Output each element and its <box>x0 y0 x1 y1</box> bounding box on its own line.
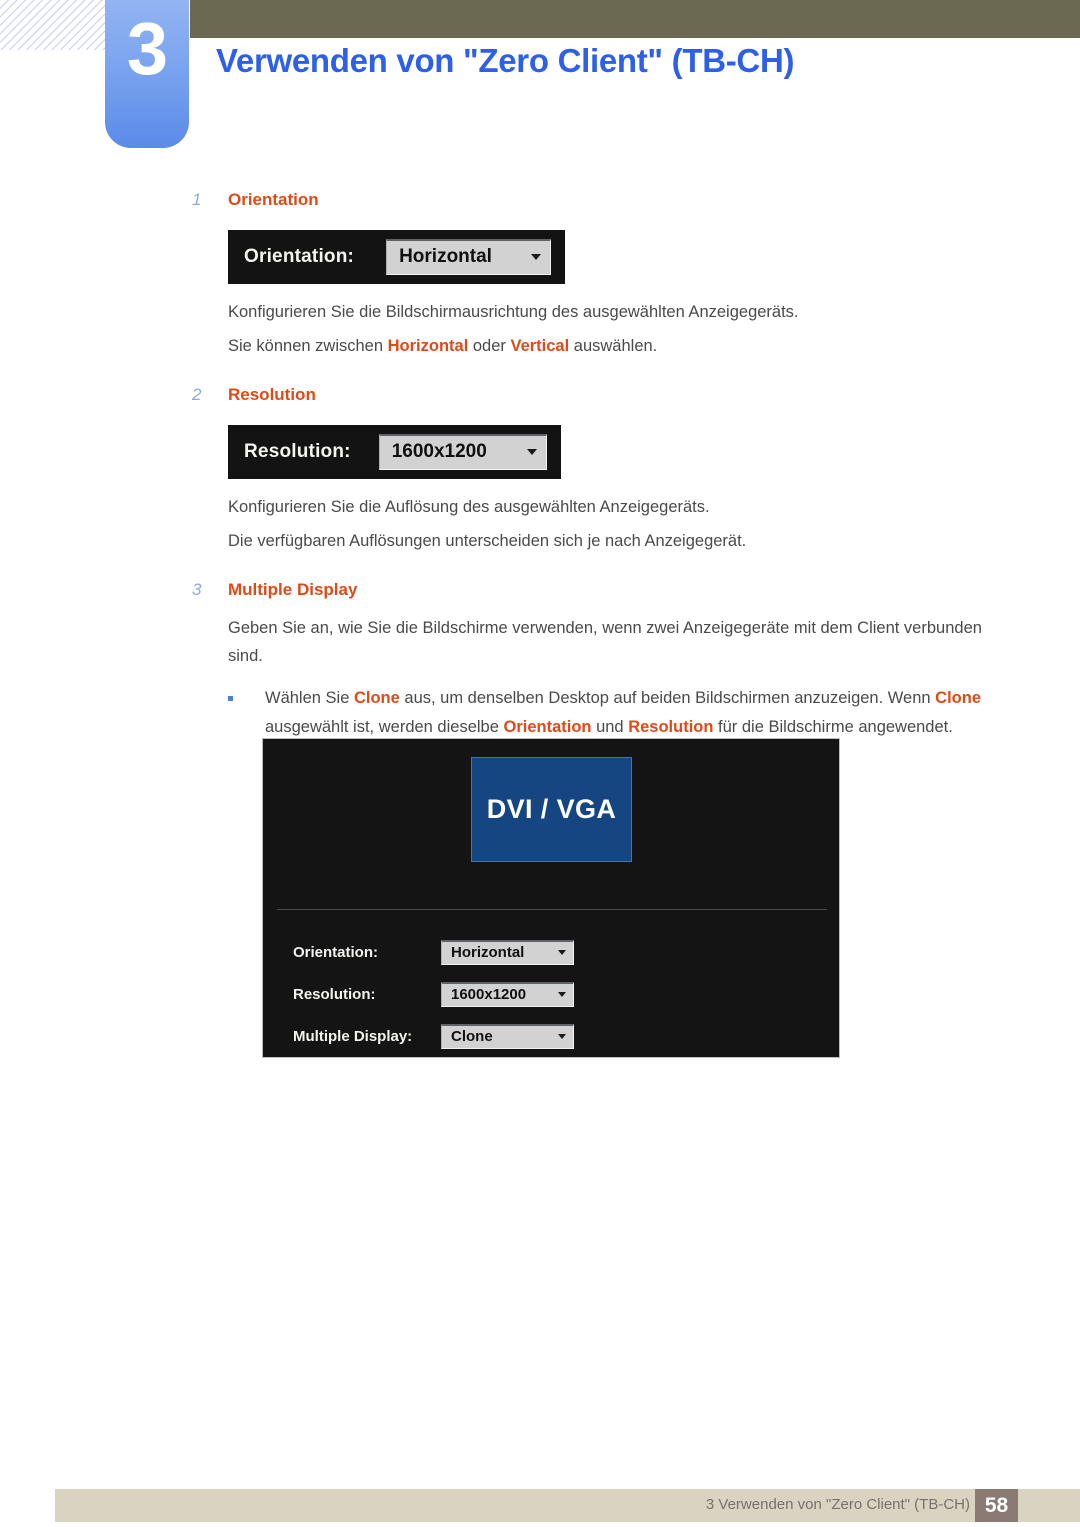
panel-label-resolution: Resolution: <box>293 985 376 1003</box>
panel-dropdown-orientation-value: Horizontal <box>451 944 525 961</box>
panel-label-orientation: Orientation: <box>293 943 378 961</box>
chevron-down-icon <box>526 448 537 455</box>
footer-chapter-text: 3 Verwenden von "Zero Client" (TB-CH) <box>705 1496 970 1513</box>
step-orientation: 1 Orientation Orientation: Horizontal Ko… <box>0 190 1080 361</box>
chevron-down-icon <box>558 1034 566 1039</box>
resolution-dropdown[interactable]: 1600x1200 <box>378 433 547 470</box>
step-resolution: 2 Resolution Resolution: 1600x1200 Konfi… <box>0 385 1080 556</box>
text-fragment: und <box>591 717 629 736</box>
chevron-down-icon <box>531 254 542 260</box>
orientation-dropdown[interactable]: Horizontal <box>386 239 552 275</box>
step-number: 1 <box>192 190 202 209</box>
step-paragraph-rich: Sie können zwischen Horizontal oder Vert… <box>0 332 1080 360</box>
page-number-box: 58 <box>975 1489 1018 1522</box>
panel-label-multiple-display: Multiple Display: <box>293 1027 413 1045</box>
step-paragraph: Konfigurieren Sie die Auflösung des ausg… <box>228 497 710 516</box>
step-paragraph: Konfigurieren Sie die Bildschirmausricht… <box>228 303 799 321</box>
corner-hatch-decoration <box>0 0 112 50</box>
text-fragment: Sie können zwischen <box>228 337 388 356</box>
bullet-point-icon <box>228 696 233 702</box>
step-number: 3 <box>192 579 202 599</box>
multiple-display-panel-screenshot: DVI / VGA Orientation: Horizontal Resolu… <box>262 738 840 1058</box>
step-heading: 1 Orientation <box>0 190 1080 220</box>
panel-dropdown-multiple-display[interactable]: Clone <box>441 1023 574 1049</box>
step-multiple-display: 3 Multiple Display Geben Sie an, wie Sie… <box>0 580 1080 742</box>
text-fragment: Wählen Sie <box>265 689 354 708</box>
panel-row-resolution: Resolution: 1600x1200 <box>293 973 813 1015</box>
chevron-down-icon <box>558 950 566 955</box>
step-heading: 3 Multiple Display <box>0 580 1080 610</box>
text-fragment: auswählen. <box>569 337 658 356</box>
step-number: 2 <box>192 384 202 404</box>
page-title: Verwenden von "Zero Client" (TB-CH) <box>216 42 795 79</box>
highlight-clone: Clone <box>935 689 982 708</box>
panel-dropdown-orientation[interactable]: Horizontal <box>441 939 574 965</box>
step-paragraph: Geben Sie an, wie Sie die Bildschirme ve… <box>228 618 982 665</box>
step-heading: 2 Resolution <box>0 385 1080 415</box>
step-title: Multiple Display <box>228 579 358 599</box>
resolution-dropdown-value: 1600x1200 <box>391 440 487 462</box>
page-content: 1 Orientation Orientation: Horizontal Ko… <box>0 190 1080 741</box>
text-fragment: ausgewählt ist, werden dieselbe <box>265 717 504 736</box>
panel-settings-rows: Orientation: Horizontal Resolution: 1600… <box>293 931 813 1057</box>
step-title: Resolution <box>228 384 316 404</box>
orientation-dropdown-value: Horizontal <box>399 246 492 267</box>
text-fragment: oder <box>468 337 511 356</box>
text-fragment: aus, um denselben Desktop auf beiden Bil… <box>399 689 936 708</box>
resolution-widget-label: Resolution: <box>244 440 351 462</box>
highlight-vertical: Vertical <box>510 337 570 356</box>
text-fragment: für die Bildschirme angewendet. <box>713 717 953 736</box>
highlight-clone: Clone <box>353 689 400 708</box>
resolution-widget-screenshot: Resolution: 1600x1200 <box>228 424 561 479</box>
orientation-widget-screenshot: Orientation: Horizontal <box>228 230 566 284</box>
chapter-number-tab: 3 <box>105 0 189 148</box>
highlight-orientation: Orientation <box>503 717 592 736</box>
panel-dropdown-resolution-value: 1600x1200 <box>451 986 527 1003</box>
panel-row-multiple-display: Multiple Display: Clone <box>293 1015 813 1057</box>
monitor-preview-dvi-vga[interactable]: DVI / VGA <box>471 757 632 862</box>
panel-row-orientation: Orientation: Horizontal <box>293 931 813 973</box>
page-number: 58 <box>984 1493 1009 1517</box>
highlight-horizontal: Horizontal <box>387 337 469 356</box>
bullet-item-clone: Wählen Sie Clone aus, um denselben Deskt… <box>0 684 1080 741</box>
highlight-resolution: Resolution <box>628 717 714 736</box>
chapter-number: 3 <box>126 7 168 90</box>
header-olive-band <box>190 0 1080 38</box>
step-paragraph: Die verfügbaren Auflösungen unterscheide… <box>228 532 747 551</box>
chevron-down-icon <box>558 992 566 997</box>
monitor-preview-label: DVI / VGA <box>486 794 617 824</box>
panel-divider <box>277 909 827 910</box>
orientation-widget-label: Orientation: <box>244 246 355 267</box>
panel-dropdown-multiple-display-value: Clone <box>451 1028 493 1045</box>
step-title: Orientation <box>228 190 319 209</box>
panel-dropdown-resolution[interactable]: 1600x1200 <box>441 981 574 1007</box>
